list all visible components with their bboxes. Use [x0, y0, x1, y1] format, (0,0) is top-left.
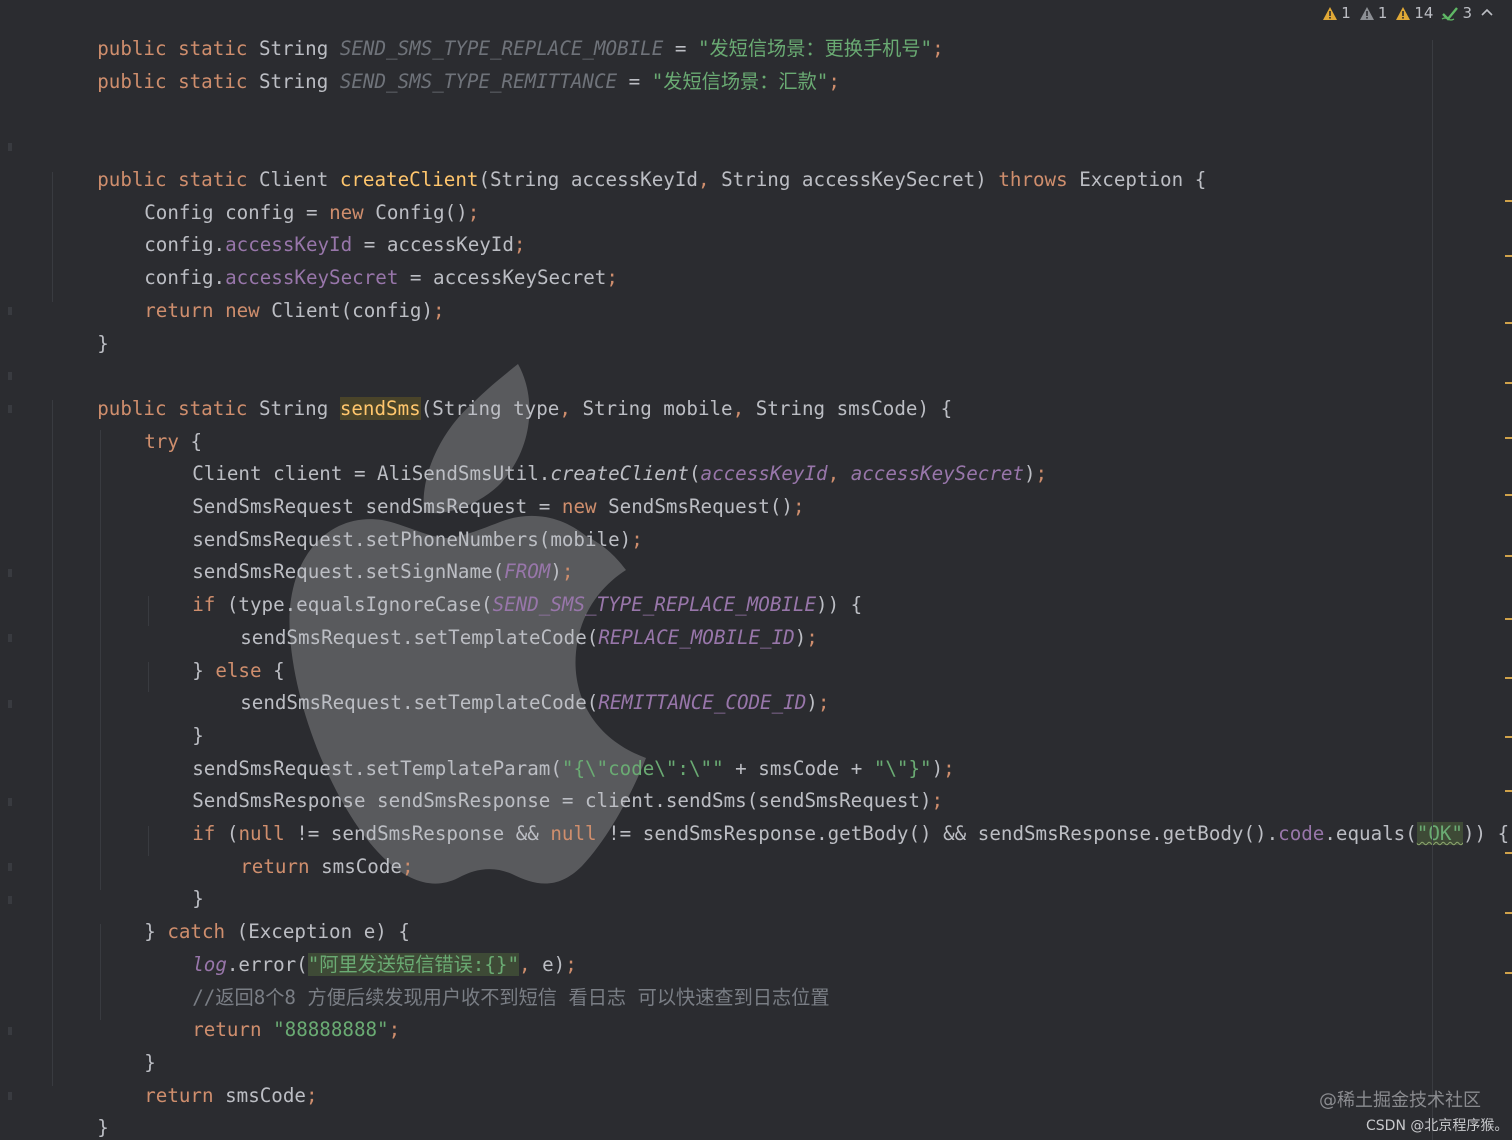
error-stripe-mark[interactable]: [1505, 972, 1512, 974]
code-line-22[interactable]: }: [146, 687, 204, 747]
code-line-28[interactable]: } catch (Exception e) {: [98, 883, 410, 943]
code-line-send-sms[interactable]: public static String sendSms(String type…: [51, 360, 952, 420]
warning-red-icon: [1323, 6, 1338, 20]
fold-marker[interactable]: [8, 569, 12, 577]
indent-guide: [100, 430, 101, 890]
error-stripe-mark[interactable]: [1505, 382, 1512, 384]
code-line-13[interactable]: try {: [98, 393, 202, 453]
indent-guide: [52, 400, 53, 1086]
previous-highlight-button[interactable]: [1480, 6, 1494, 20]
fold-marker[interactable]: [8, 700, 12, 708]
error-stripe-mark[interactable]: [1505, 790, 1512, 792]
code-line-33[interactable]: return smsCode;: [98, 1047, 317, 1107]
fold-marker[interactable]: [8, 634, 12, 642]
fold-marker[interactable]: [8, 1092, 12, 1100]
code-line-27[interactable]: }: [146, 851, 204, 910]
error-count[interactable]: 1: [1322, 4, 1351, 22]
code-line-21[interactable]: sendSmsRequest.setTemplateCode(REMITTANC…: [194, 655, 829, 714]
inspection-widget[interactable]: 1 1 14 3: [1322, 2, 1494, 24]
code-line-16[interactable]: sendSmsRequest.setPhoneNumbers(mobile);: [146, 491, 643, 551]
warning-gray-icon: [1359, 6, 1374, 20]
error-stripe-mark[interactable]: [1505, 255, 1512, 257]
code-line-6[interactable]: Config config = new Config();: [98, 164, 479, 224]
fold-marker[interactable]: [8, 307, 12, 315]
code-line-35[interactable]: }: [2, 1112, 60, 1140]
warning-icon: [1396, 6, 1411, 20]
typo-count[interactable]: 3: [1441, 4, 1472, 22]
weak-warning-count[interactable]: 1: [1359, 4, 1387, 22]
code-line-26[interactable]: return smsCode;: [194, 818, 413, 878]
check-icon: [1442, 6, 1459, 21]
fold-marker[interactable]: [8, 1027, 12, 1035]
error-stripe-mark[interactable]: [1505, 555, 1512, 557]
code-line-9[interactable]: return new Client(config);: [98, 262, 444, 322]
fold-marker[interactable]: [8, 143, 12, 151]
code-line-create-client[interactable]: public static Client createClient(String…: [51, 131, 1206, 191]
code-line-15[interactable]: SendSmsRequest sendSmsRequest = new Send…: [146, 458, 804, 518]
warning-count[interactable]: 14: [1395, 4, 1433, 22]
code-line-20[interactable]: } else {: [146, 622, 284, 682]
code-line-32[interactable]: }: [98, 1014, 156, 1074]
error-stripe-mark[interactable]: [1505, 852, 1512, 854]
code-line-34[interactable]: }: [51, 1080, 109, 1139]
code-line-19[interactable]: sendSmsRequest.setTemplateCode(REPLACE_M…: [194, 589, 818, 649]
code-line-24[interactable]: SendSmsResponse sendSmsResponse = client…: [146, 753, 943, 812]
code-line-8[interactable]: config.accessKeySecret = accessKeySecret…: [98, 229, 618, 289]
fold-marker[interactable]: [8, 863, 12, 871]
code-line-18[interactable]: if (type.equalsIgnoreCase(SEND_SMS_TYPE_…: [146, 556, 862, 616]
error-stripe-mark[interactable]: [1505, 912, 1512, 914]
error-stripe-mark[interactable]: [1505, 618, 1512, 620]
code-line-10[interactable]: }: [51, 295, 109, 355]
error-stripe-mark[interactable]: [1505, 200, 1512, 202]
juejin-watermark: @稀土掘金技术社区: [1319, 1090, 1481, 1111]
code-line-1[interactable]: public static String SEND_SMS_TYPE_REPLA…: [51, 1, 943, 60]
code-line-14[interactable]: Client client = AliSendSmsUtil.createCli…: [146, 426, 1047, 485]
right-margin-guide: [1432, 40, 1433, 1140]
fold-marker[interactable]: [8, 372, 12, 380]
chevron-up-icon: [1481, 8, 1493, 16]
code-line-17[interactable]: sendSmsRequest.setSignName(FROM);: [146, 524, 573, 583]
code-line-2[interactable]: public static String SEND_SMS_TYPE_REMIT…: [51, 33, 840, 93]
error-stripe-mark[interactable]: [1505, 322, 1512, 324]
fold-marker[interactable]: [8, 798, 12, 806]
error-stripe-mark[interactable]: [1505, 677, 1512, 679]
csdn-watermark: CSDN @北京程序猴。: [1366, 1118, 1509, 1134]
code-line-31[interactable]: return "88888888";: [146, 982, 400, 1041]
error-stripe-mark[interactable]: [1505, 736, 1512, 738]
code-editor[interactable]: public static String SEND_SMS_TYPE_REPLA…: [0, 0, 1512, 1140]
code-line-7[interactable]: config.accessKeyId = accessKeyId;: [98, 197, 525, 256]
error-stripe-mark[interactable]: [1505, 437, 1512, 439]
code-line-25[interactable]: if (null != sendSmsResponse && null != s…: [146, 785, 1509, 845]
fold-marker[interactable]: [8, 896, 12, 904]
code-line-comment[interactable]: //返回8个8 方便后续发现用户收不到短信 看日志 可以快速查到日志位置: [146, 949, 829, 1009]
fold-marker[interactable]: [8, 405, 12, 413]
code-line-29[interactable]: log.error("阿里发送短信错误:{}", e);: [146, 916, 577, 976]
code-line-23[interactable]: sendSmsRequest.setTemplateParam("{\"code…: [146, 720, 954, 780]
error-stripe-mark[interactable]: [1505, 494, 1512, 496]
